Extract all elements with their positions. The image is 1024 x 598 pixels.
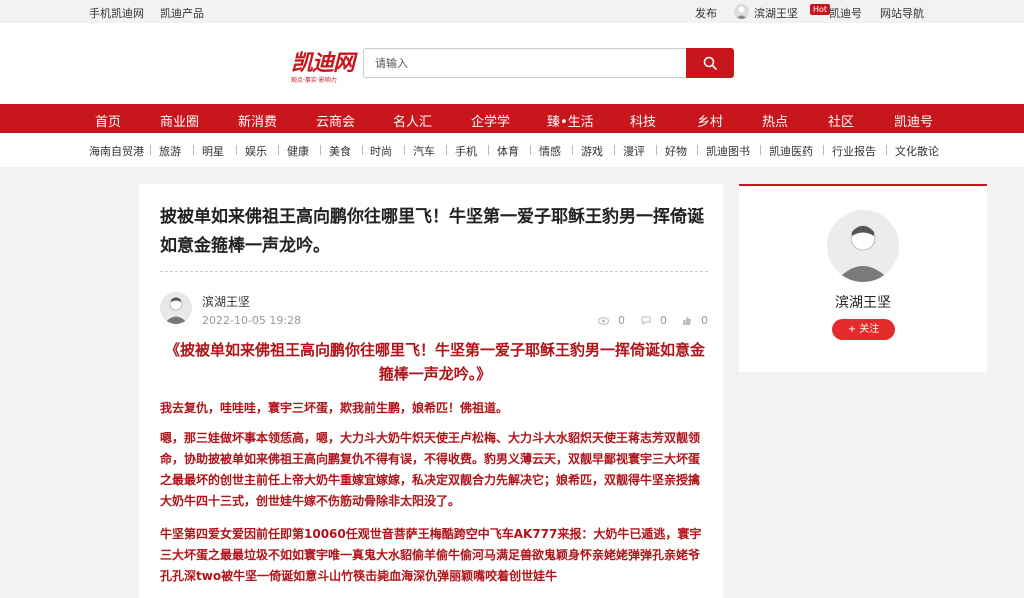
user-avatar-icon[interactable] bbox=[734, 4, 749, 19]
header: 凯迪网 观点·事实·影响力 bbox=[0, 23, 1024, 104]
subnav-divider bbox=[362, 145, 363, 155]
hot-badge: Hot bbox=[810, 4, 831, 15]
nav-item-kaidi-hao[interactable]: 凯迪号 bbox=[894, 111, 933, 130]
subnav-item[interactable]: 凯迪图书 bbox=[706, 143, 750, 159]
user-name-link[interactable]: 滨湖王坚 bbox=[754, 5, 798, 21]
subnav-item[interactable]: 体育 bbox=[497, 143, 519, 159]
subnav-item[interactable]: 手机 bbox=[455, 143, 477, 159]
thumbs-up-icon bbox=[683, 316, 691, 325]
subnav-item[interactable]: 时尚 bbox=[370, 143, 392, 159]
site-logo[interactable]: 凯迪网 观点·事实·影响力 bbox=[291, 45, 361, 84]
article-paragraph: 嗯，那三娃做坏事本领恁高，嗯，大力斗大奶牛炽天使王卢松梅、大力斗大水貂炽天使王蒋… bbox=[160, 431, 701, 508]
subnav-divider bbox=[446, 145, 447, 155]
page: 手机凯迪网 凯迪产品 发布 滨湖王坚 Hot 凯迪号 网站导航 凯迪网 观点·事… bbox=[0, 0, 1024, 598]
author-avatar[interactable] bbox=[160, 292, 192, 324]
mobile-site-link[interactable]: 手机凯迪网 bbox=[89, 5, 144, 21]
subnav-item[interactable]: 凯迪医药 bbox=[769, 143, 813, 159]
article-card: 披被单如来佛祖王高向鹏你往哪里飞！牛坚第一爱子耶稣王豹男一挥倚诞如意金箍棒一声龙… bbox=[139, 184, 723, 598]
article-paragraph: 我去复仇，哇哇哇，寰宇三坏蛋，欺我前生鹏，娘希匹！佛祖道。 bbox=[160, 401, 509, 415]
products-link[interactable]: 凯迪产品 bbox=[160, 5, 204, 21]
likes-stat[interactable]: 0 bbox=[682, 314, 708, 327]
subnav-divider bbox=[193, 145, 194, 155]
views-stat: 0 bbox=[598, 314, 625, 327]
comments-stat[interactable]: 0 bbox=[641, 314, 667, 327]
subnav-divider bbox=[236, 145, 237, 155]
author-card-name: 滨湖王坚 bbox=[835, 295, 891, 311]
subnav-divider bbox=[530, 145, 531, 155]
nav-item-community[interactable]: 社区 bbox=[828, 111, 854, 130]
subnav-divider bbox=[488, 145, 489, 155]
subnav-divider bbox=[697, 145, 698, 155]
subnav-divider bbox=[404, 145, 405, 155]
publish-link[interactable]: 发布 bbox=[695, 5, 717, 21]
search-input[interactable] bbox=[363, 48, 686, 78]
title-divider bbox=[160, 271, 708, 272]
subnav-divider bbox=[278, 145, 279, 155]
main-nav: 首页 商业圈 新消费 云商会 名人汇 企学学 臻•生活 科技 乡村 热点 社区 … bbox=[0, 104, 1024, 133]
subnav-item[interactable]: 好物 bbox=[665, 143, 687, 159]
nav-item-hot[interactable]: 热点 bbox=[762, 111, 788, 130]
subnav-item[interactable]: 漫评 bbox=[623, 143, 645, 159]
subnav-item[interactable]: 汽车 bbox=[413, 143, 435, 159]
article-paragraph: 牛坚第四爱女爱因前任即第10060任观世音菩萨王梅酷跨空中飞车AK777来报：大… bbox=[160, 527, 702, 583]
subnav-divider bbox=[823, 145, 824, 155]
subnav-divider bbox=[150, 145, 151, 155]
subnav-item[interactable]: 游戏 bbox=[581, 143, 603, 159]
subnav-divider bbox=[320, 145, 321, 155]
author-card-avatar[interactable] bbox=[827, 210, 899, 282]
sub-nav: 海南自贸港 旅游 明星 娱乐 健康 美食 时尚 汽车 手机 体育 情感 游戏 漫… bbox=[0, 133, 1024, 167]
subnav-item[interactable]: 健康 bbox=[287, 143, 309, 159]
comment-icon bbox=[641, 316, 651, 325]
subnav-item[interactable]: 娱乐 bbox=[245, 143, 267, 159]
subnav-divider bbox=[614, 145, 615, 155]
author-card: 滨湖王坚 + 关注 bbox=[739, 184, 987, 372]
subnav-divider bbox=[656, 145, 657, 155]
eye-icon bbox=[598, 316, 609, 325]
subnav-divider bbox=[760, 145, 761, 155]
nav-item-chamber[interactable]: 云商会 bbox=[316, 111, 355, 130]
kaidi-hao-link[interactable]: 凯迪号 bbox=[829, 5, 862, 21]
subnav-divider bbox=[886, 145, 887, 155]
subnav-item[interactable]: 文化散论 bbox=[895, 143, 939, 159]
nav-item-tech[interactable]: 科技 bbox=[630, 111, 656, 130]
search-button[interactable] bbox=[686, 48, 734, 78]
nav-item-business[interactable]: 商业圈 bbox=[160, 111, 199, 130]
nav-item-enterprise[interactable]: 企学学 bbox=[471, 111, 510, 130]
top-bar: 手机凯迪网 凯迪产品 发布 滨湖王坚 Hot 凯迪号 网站导航 bbox=[0, 0, 1024, 23]
nav-item-home[interactable]: 首页 bbox=[95, 111, 121, 130]
article-title: 披被单如来佛祖王高向鹏你往哪里飞！牛坚第一爱子耶稣王豹男一挥倚诞如意金箍棒一声龙… bbox=[160, 207, 704, 256]
site-nav-link[interactable]: 网站导航 bbox=[880, 5, 924, 21]
subnav-item[interactable]: 旅游 bbox=[159, 143, 181, 159]
nav-item-life[interactable]: 臻•生活 bbox=[547, 111, 594, 130]
nav-item-consumption[interactable]: 新消费 bbox=[238, 111, 277, 130]
follow-button[interactable]: + 关注 bbox=[832, 319, 895, 340]
nav-item-celebrity[interactable]: 名人汇 bbox=[393, 111, 432, 130]
nav-item-rural[interactable]: 乡村 bbox=[697, 111, 723, 130]
subnav-divider bbox=[572, 145, 573, 155]
search-icon bbox=[703, 56, 717, 70]
subnav-item[interactable]: 明星 bbox=[202, 143, 224, 159]
author-name[interactable]: 滨湖王坚 bbox=[202, 293, 250, 310]
subnav-item[interactable]: 美食 bbox=[329, 143, 351, 159]
publish-date: 2022-10-05 19:28 bbox=[202, 314, 302, 327]
subnav-item[interactable]: 行业报告 bbox=[832, 143, 876, 159]
body-title: 《披被单如来佛祖王高向鹏你往哪里飞！牛坚第一爱子耶稣王豹男一挥倚诞如意金箍棒一声… bbox=[164, 341, 705, 383]
subnav-item[interactable]: 海南自贸港 bbox=[89, 143, 144, 159]
subnav-item[interactable]: 情感 bbox=[539, 143, 561, 159]
